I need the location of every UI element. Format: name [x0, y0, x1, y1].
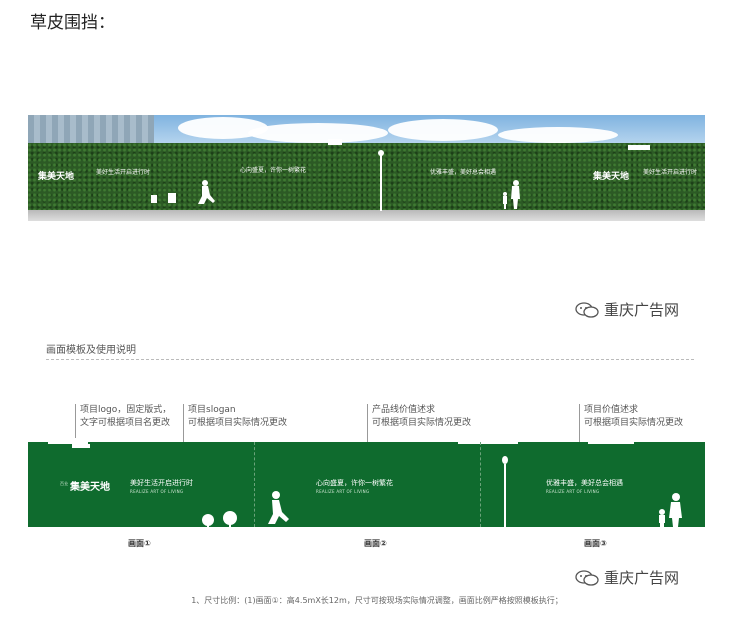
- wechat-icon: [575, 301, 599, 318]
- callout-line: 可根据项目实际情况更改: [372, 418, 472, 428]
- callout-line: 文字可根据项目名更改: [80, 418, 171, 428]
- watermark: 重庆广告网: [574, 567, 679, 588]
- callout-line: 项目slogan: [188, 405, 236, 415]
- callout-line: 产品线价值述求: [372, 405, 436, 415]
- panel-label: 画面②: [364, 539, 387, 548]
- watermark: 重庆广告网: [574, 299, 679, 320]
- design-board: 百业 集美天地 美好生活开启进行时 REALIZE ART OF LIVING …: [28, 438, 705, 527]
- page-heading: 草皮围挡：: [30, 13, 115, 33]
- callout-line: 可根据项目实际情况更改: [584, 418, 684, 428]
- wechat-icon: [575, 569, 599, 586]
- panel-label: 画面①: [128, 539, 151, 548]
- watermark-text: 重庆广告网: [604, 301, 680, 319]
- board-figures: [202, 456, 682, 527]
- callout-slogan: 项目slogan 可根据项目实际情况更改: [188, 404, 287, 430]
- hoarding-photo: 集美天地 美好生活开启进行时 心向盛夏，许你一树繁花 优雅丰盛，美好总会相遇 集…: [28, 115, 705, 221]
- panel-label: 画面③: [584, 539, 607, 548]
- photo-figures: [151, 139, 650, 211]
- spec-divider: [46, 359, 694, 360]
- callout-product: 产品线价值述求 可根据项目实际情况更改: [372, 404, 471, 430]
- callout-line: 项目价值述求: [584, 405, 639, 415]
- watermark-text: 重庆广告网: [604, 569, 680, 587]
- spec-title: 画面模板及使用说明: [46, 345, 136, 356]
- callout-line: 可根据项目实际情况更改: [188, 418, 288, 428]
- size-note: 1、尺寸比例：(1)画面①：高4.5mX长12m，尺寸可按现场实际情况调整，画面…: [191, 596, 563, 605]
- callout-value: 项目价值述求 可根据项目实际情况更改: [584, 404, 683, 430]
- callout-logo: 项目logo，固定版式， 文字可根据项目名更改: [80, 404, 171, 430]
- callout-line: 项目logo，固定版式，: [80, 405, 172, 415]
